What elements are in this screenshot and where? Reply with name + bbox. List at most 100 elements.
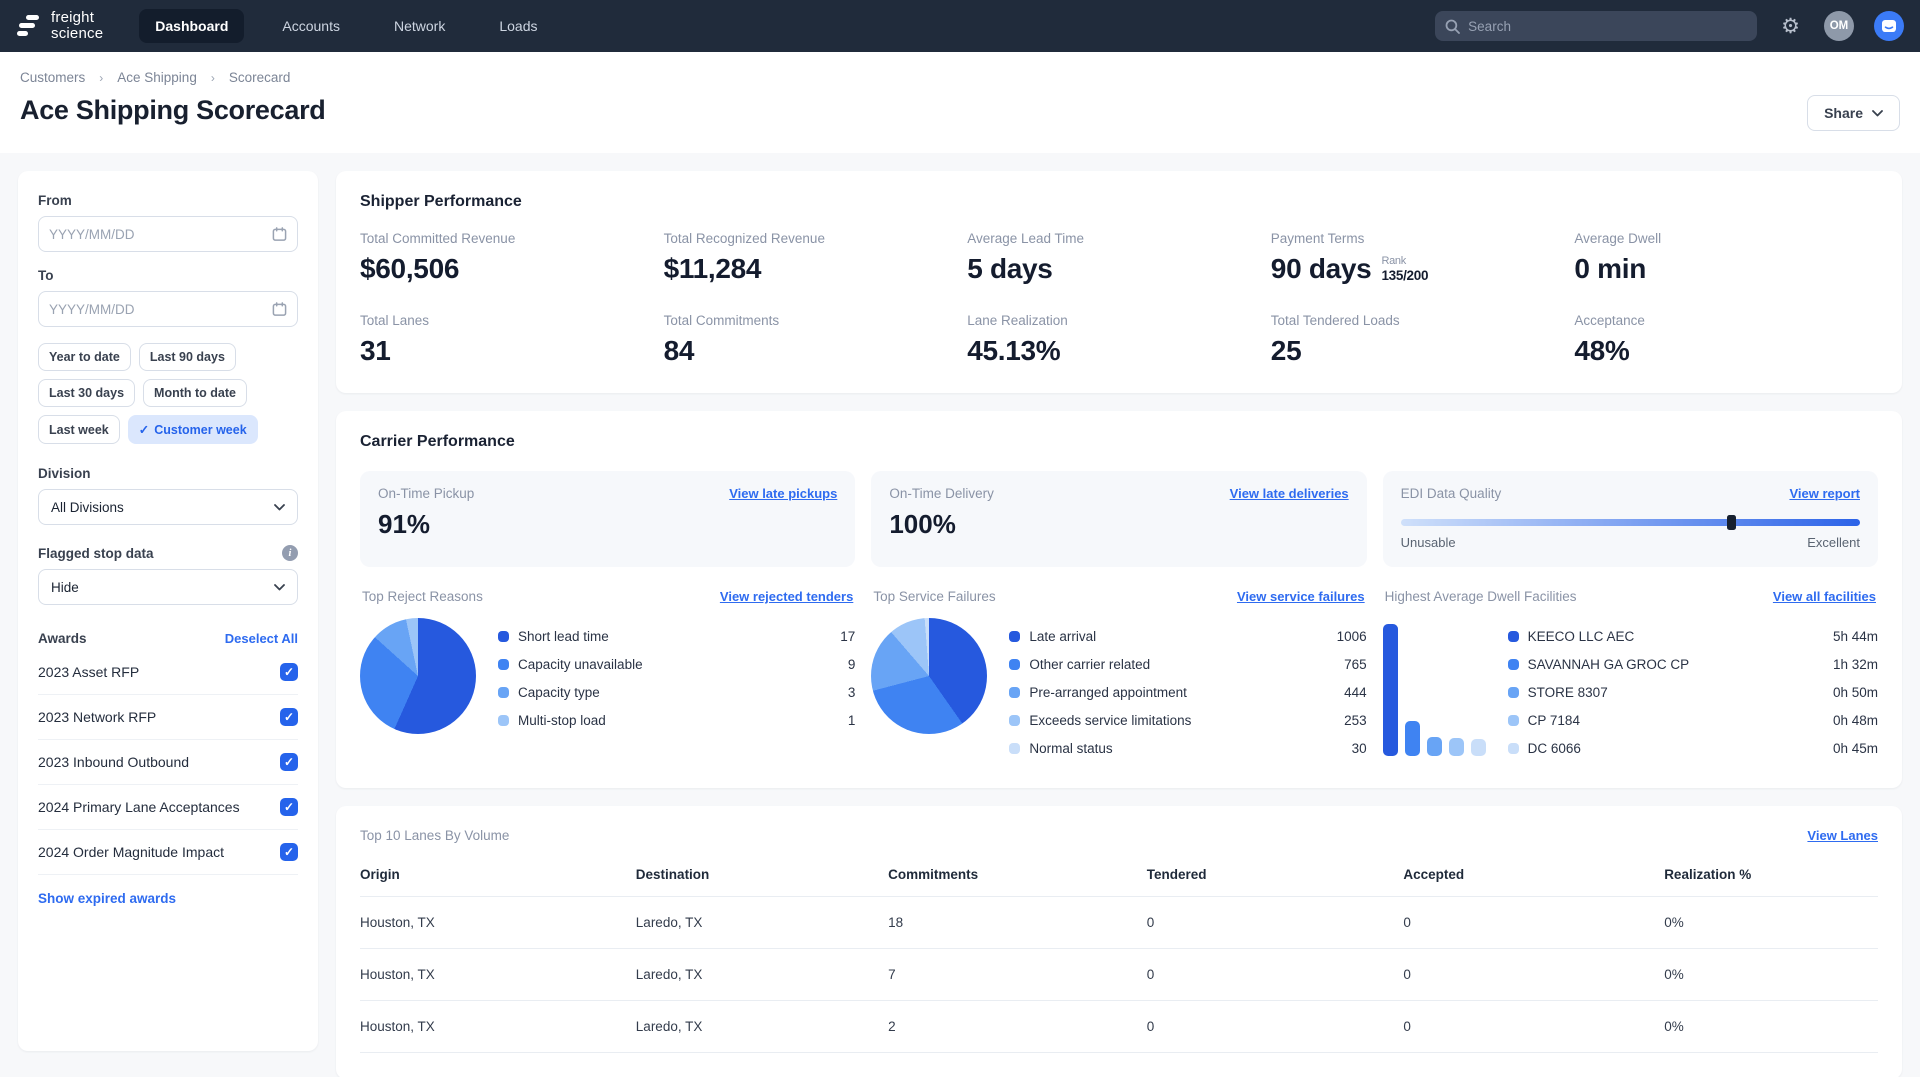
calendar-icon[interactable]	[272, 301, 287, 317]
from-label: From	[38, 193, 72, 208]
flagged-stop-data-select[interactable]: Hide	[38, 569, 298, 605]
lanes-panel: Top 10 Lanes By Volume View Lanes Origin…	[336, 806, 1902, 1077]
to-date-field[interactable]	[38, 291, 298, 327]
award-checkbox[interactable]: ✓	[280, 663, 298, 681]
show-expired-awards-link[interactable]: Show expired awards	[38, 891, 176, 906]
settings-gear-icon[interactable]: ⚙	[1781, 16, 1800, 37]
dwell-facilities-label: Highest Average Dwell Facilities	[1384, 589, 1577, 604]
dwell-facilities-group: Highest Average Dwell Facilities View al…	[1382, 589, 1878, 762]
search-box[interactable]	[1435, 11, 1758, 41]
legend-item: Other carrier related 765	[1009, 650, 1367, 678]
chip-customer-week[interactable]: ✓ Customer week	[127, 415, 258, 444]
col-tendered: Tendered	[1146, 859, 1404, 897]
award-checkbox[interactable]: ✓	[280, 798, 298, 816]
view-lanes-link[interactable]: View Lanes	[1807, 828, 1878, 843]
to-date-input[interactable]	[49, 301, 273, 317]
info-icon[interactable]: i	[282, 545, 298, 561]
reject-reasons-pie-chart	[360, 618, 476, 734]
shipper-performance-title: Shipper Performance	[360, 193, 522, 210]
chip-customer-week-label: Customer week	[154, 422, 247, 437]
dwell-bar	[1448, 738, 1464, 756]
top-nav: freight science Dashboard Accounts Netwo…	[0, 0, 1920, 52]
on-time-delivery-value: 100%	[889, 509, 956, 539]
chip-year-to-date[interactable]: Year to date	[38, 343, 131, 371]
service-failures-pie-chart	[871, 618, 988, 734]
edi-quality-slider[interactable]	[1400, 515, 1860, 530]
metric-lane-realization: Lane Realization 45.13%	[967, 313, 1068, 366]
view-report-link[interactable]: View report	[1789, 486, 1860, 501]
table-cell: 0%	[1664, 897, 1878, 949]
view-all-facilities-link[interactable]: View all facilities	[1773, 589, 1876, 604]
awards-label: Awards	[38, 631, 87, 646]
chevron-right-icon: ›	[99, 70, 104, 85]
breadcrumb-customers[interactable]: Customers	[20, 70, 85, 85]
legend-dot	[498, 630, 509, 642]
award-label: 2024 Order Magnitude Impact	[38, 844, 224, 860]
chevron-right-icon: ›	[210, 70, 215, 85]
legend-dot	[1507, 686, 1519, 698]
metric-payment-terms: Payment Terms 90 days Rank 135/200	[1270, 231, 1429, 284]
award-checkbox[interactable]: ✓	[280, 843, 298, 861]
legend-item: SAVANNAH GA GROC CP 1h 32m	[1507, 650, 1878, 678]
chip-last-week[interactable]: Last week	[38, 415, 120, 444]
from-date-input[interactable]	[49, 226, 273, 242]
chip-last-90-days[interactable]: Last 90 days	[138, 343, 236, 371]
legend-item: Pre-arranged appointment 444	[1009, 678, 1367, 706]
nav-item-dashboard[interactable]: Dashboard	[139, 9, 245, 43]
view-rejected-tenders-link[interactable]: View rejected tenders	[720, 589, 853, 604]
table-cell: Laredo, TX	[635, 1001, 889, 1053]
legend-item: KEECO LLC AEC 5h 44m	[1507, 622, 1878, 650]
legend-dot	[498, 686, 509, 698]
legend-dot	[1507, 658, 1519, 670]
dwell-facilities-bar-chart	[1382, 618, 1486, 756]
view-service-failures-link[interactable]: View service failures	[1237, 589, 1365, 604]
award-checkbox[interactable]: ✓	[280, 753, 298, 771]
metric-total-lanes: Total Lanes 31	[360, 313, 430, 366]
table-cell: 18	[888, 897, 1147, 949]
carrier-performance-panel: Carrier Performance On-Time Pickup View …	[336, 411, 1902, 788]
division-value: All Divisions	[51, 499, 124, 515]
to-label: To	[38, 268, 54, 283]
reject-reasons-label: Top Reject Reasons	[362, 589, 483, 604]
nav-item-network[interactable]: Network	[378, 9, 461, 43]
brand-logo[interactable]: freight science	[16, 10, 103, 42]
calendar-icon[interactable]	[272, 226, 287, 242]
search-input[interactable]	[1468, 18, 1748, 34]
table-cell: 0%	[1664, 1001, 1878, 1053]
page-title: Ace Shipping Scorecard	[20, 95, 326, 125]
table-cell: 0	[1146, 949, 1404, 1001]
chip-month-to-date[interactable]: Month to date	[143, 379, 247, 407]
award-checkbox[interactable]: ✓	[280, 708, 298, 726]
deselect-all-link[interactable]: Deselect All	[225, 631, 298, 646]
on-time-delivery-card: On-Time Delivery View late deliveries 10…	[871, 471, 1367, 567]
breadcrumb-ace-shipping[interactable]: Ace Shipping	[117, 70, 197, 85]
share-button[interactable]: Share	[1807, 95, 1900, 131]
chevron-down-icon	[274, 583, 285, 590]
user-avatar[interactable]: OM	[1824, 11, 1854, 41]
table-cell: 0	[1403, 949, 1665, 1001]
view-late-pickups-link[interactable]: View late pickups	[729, 486, 837, 501]
edi-slider-marker[interactable]	[1727, 515, 1737, 530]
dwell-facilities-legend: KEECO LLC AEC 5h 44m SAVANNAH GA GROC CP 1…	[1507, 618, 1878, 762]
nav-item-loads[interactable]: Loads	[483, 9, 553, 43]
on-time-pickup-value: 91%	[378, 509, 431, 539]
nav-item-accounts[interactable]: Accounts	[266, 9, 356, 43]
edi-data-quality-card: EDI Data Quality View report Unusable Ex…	[1382, 471, 1878, 567]
payment-terms-rank: Rank 135/200	[1381, 254, 1429, 283]
table-cell: 0	[1146, 1001, 1404, 1053]
quick-range-chips: Year to date Last 90 days Last 30 days M…	[38, 343, 298, 444]
chip-last-30-days[interactable]: Last 30 days	[38, 379, 136, 407]
table-row: Houston, TX	[360, 1001, 636, 1053]
award-label: 2023 Network RFP	[38, 709, 157, 725]
metric-total-commitments: Total Commitments 84	[663, 313, 780, 366]
division-select[interactable]: All Divisions	[38, 489, 298, 525]
flagged-value: Hide	[51, 579, 79, 595]
from-date-field[interactable]	[38, 216, 298, 252]
chat-support-icon[interactable]	[1874, 11, 1904, 41]
breadcrumb-scorecard[interactable]: Scorecard	[229, 70, 291, 85]
metric-total-recognized-revenue: Total Recognized Revenue $11,284	[663, 231, 825, 284]
award-row: 2023 Asset RFP ✓	[38, 650, 298, 695]
carrier-performance-title: Carrier Performance	[360, 433, 515, 450]
view-late-deliveries-link[interactable]: View late deliveries	[1230, 486, 1349, 501]
table-cell: 2	[888, 1001, 1147, 1053]
